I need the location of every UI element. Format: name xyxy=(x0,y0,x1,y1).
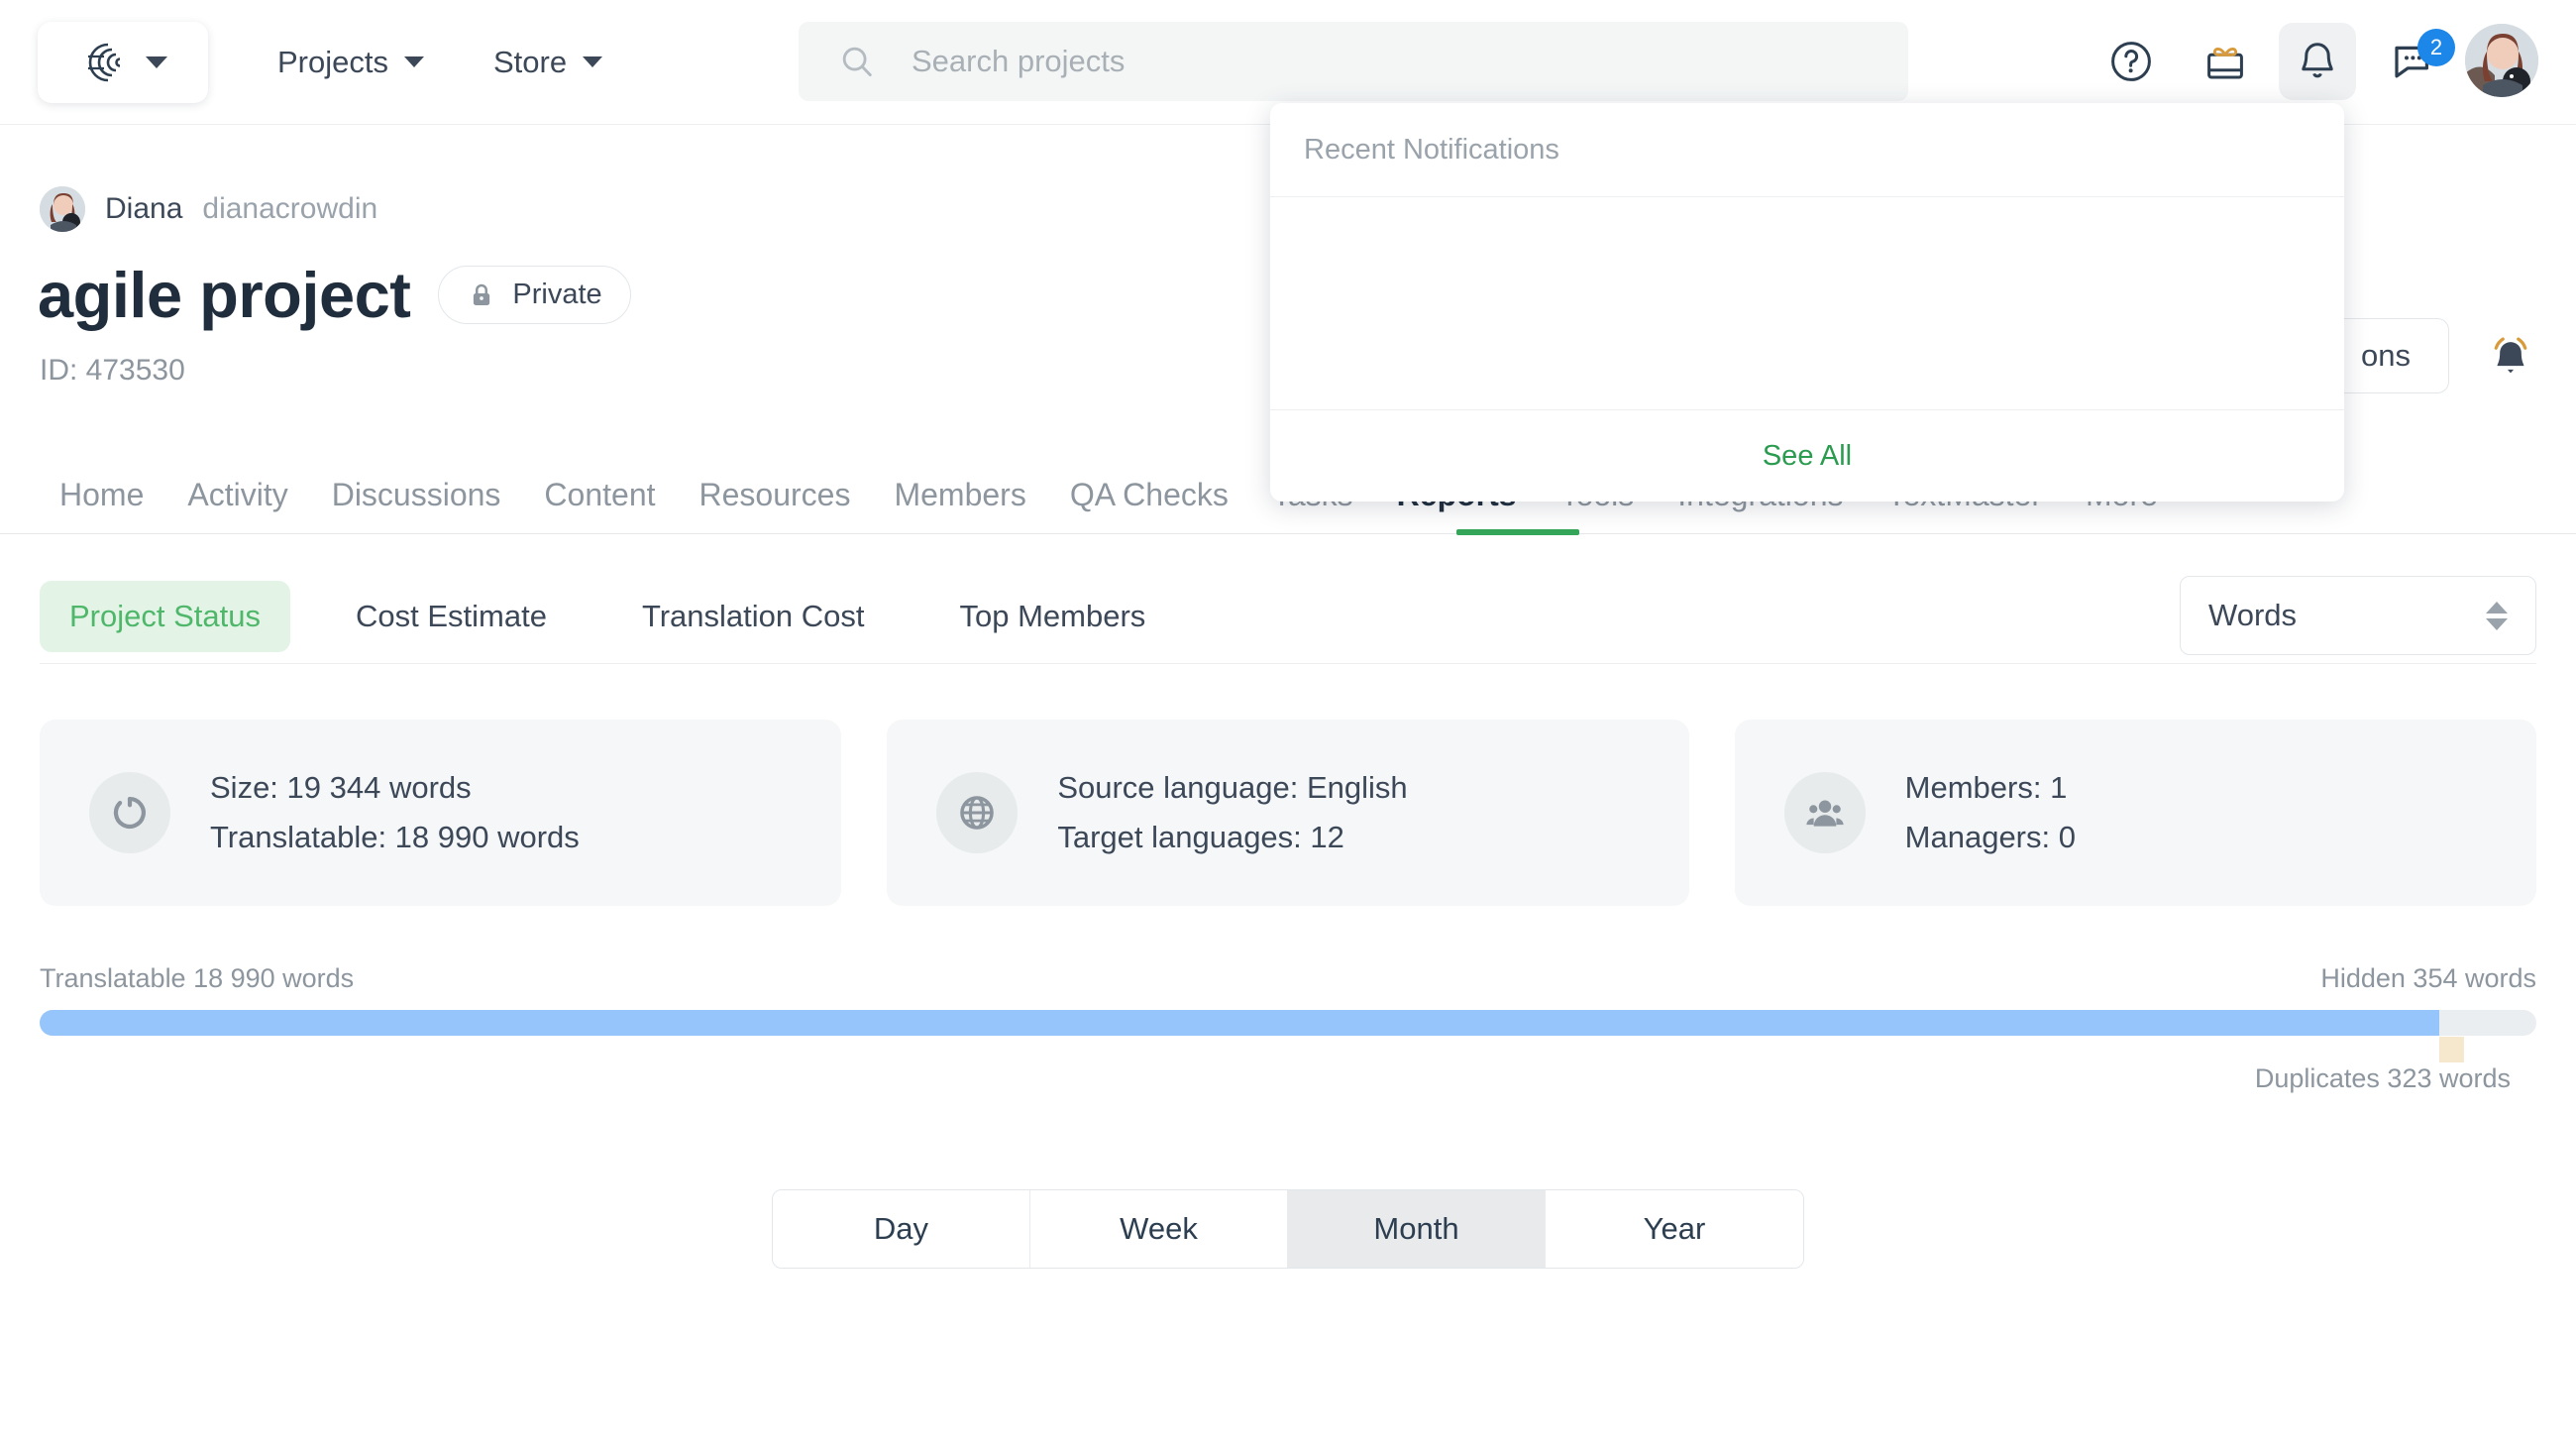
owner-avatar xyxy=(40,186,85,232)
avatar-image xyxy=(2465,24,2538,97)
period-month-label: Month xyxy=(1373,1211,1459,1246)
period-month[interactable]: Month xyxy=(1288,1190,1546,1268)
progress-fill-translatable xyxy=(40,1010,2439,1036)
owner-name: Diana xyxy=(105,192,183,225)
tab-activity-label: Activity xyxy=(187,477,288,512)
nav-item-store-label: Store xyxy=(492,44,568,79)
tab-resources[interactable]: Resources xyxy=(678,479,873,510)
see-all-link[interactable]: See All xyxy=(1763,440,1852,473)
members-line-2: Managers: 0 xyxy=(1904,820,2076,854)
tab-discussions-label: Discussions xyxy=(331,477,501,512)
progress-duplicates-marker xyxy=(2438,1037,2464,1062)
period-day[interactable]: Day xyxy=(773,1190,1030,1268)
chevron-down-icon xyxy=(403,56,424,67)
period-toggle: Day Week Month Year xyxy=(772,1189,1804,1269)
period-week-label: Week xyxy=(1120,1211,1198,1246)
subtab-translation-cost-label: Translation Cost xyxy=(641,599,865,633)
tab-home[interactable]: Home xyxy=(38,479,165,510)
nav-item-store[interactable]: Store xyxy=(492,44,603,80)
notifications-list xyxy=(1270,197,2344,410)
owner-avatar-image xyxy=(40,186,85,232)
updown-arrows-icon xyxy=(2486,601,2508,630)
gift-icon xyxy=(2207,48,2243,79)
notifications-button[interactable] xyxy=(2279,23,2356,100)
size-line-2: Translatable: 18 990 words xyxy=(210,820,580,854)
gifts-button[interactable] xyxy=(2187,23,2264,100)
notifications-title: Recent Notifications xyxy=(1270,103,2344,197)
members-card: Members: 1 Managers: 0 xyxy=(1734,720,2536,906)
search-icon xyxy=(842,47,872,77)
globe-icon xyxy=(936,772,1019,853)
duplicates-label: Duplicates 323 words xyxy=(2254,1063,2511,1093)
messages-button[interactable]: 2 xyxy=(2374,23,2455,100)
members-line-1: Members: 1 xyxy=(1904,770,2068,805)
chevron-down-icon xyxy=(583,56,603,67)
help-icon xyxy=(2111,42,2151,81)
workspace-switcher[interactable] xyxy=(38,21,208,103)
tab-qa-checks-label: QA Checks xyxy=(1069,477,1229,512)
subtab-cost-estimate[interactable]: Cost Estimate xyxy=(326,581,577,652)
languages-card: Source language: English Target language… xyxy=(887,720,1689,906)
search-bar[interactable] xyxy=(799,22,1908,101)
subtab-top-members-label: Top Members xyxy=(959,599,1146,633)
visibility-badge[interactable]: Private xyxy=(438,266,631,324)
languages-line-2: Target languages: 12 xyxy=(1057,820,1344,854)
report-subtabs: Project Status Cost Estimate Translation… xyxy=(0,570,2576,663)
notifications-footer: See All xyxy=(1270,410,2344,502)
tab-discussions[interactable]: Discussions xyxy=(310,479,523,510)
nav-item-projects[interactable]: Projects xyxy=(277,45,424,80)
tab-resources-label: Resources xyxy=(698,477,851,512)
progress-left-label: Translatable 18 990 words xyxy=(40,963,355,993)
size-card: Size: 19 344 words Translatable: 18 990 … xyxy=(40,720,842,906)
messages-badge: 2 xyxy=(2417,29,2455,66)
unit-select-value: Words xyxy=(2208,598,2298,632)
user-avatar[interactable] xyxy=(2465,24,2538,97)
subtab-project-status[interactable]: Project Status xyxy=(40,581,290,652)
tab-members[interactable]: Members xyxy=(872,479,1047,510)
nav-item-projects-label: Projects xyxy=(277,44,388,79)
tab-qa-checks[interactable]: QA Checks xyxy=(1048,479,1250,510)
progress-labels: Translatable 18 990 words Hidden 354 wor… xyxy=(40,963,2536,994)
size-line-1: Size: 19 344 words xyxy=(210,770,472,805)
subtabs-divider xyxy=(40,663,2536,664)
subtab-translation-cost[interactable]: Translation Cost xyxy=(612,581,895,652)
chevron-down-icon xyxy=(146,56,167,68)
project-header-actions: ons xyxy=(2322,318,2536,393)
words-progress-section: Translatable 18 990 words Hidden 354 wor… xyxy=(0,963,2576,1094)
active-tab-indicator xyxy=(1456,529,1579,535)
search-input[interactable] xyxy=(912,44,1783,79)
subtab-project-status-label: Project Status xyxy=(69,599,261,633)
progress-bar xyxy=(40,1010,2536,1062)
bell-icon xyxy=(2302,43,2333,78)
size-ring-icon xyxy=(89,772,170,853)
progress-right-label: Hidden 354 words xyxy=(2320,963,2536,993)
period-week[interactable]: Week xyxy=(1030,1190,1288,1268)
period-day-label: Day xyxy=(873,1211,929,1246)
tab-activity[interactable]: Activity xyxy=(165,479,309,510)
summary-cards: Size: 19 344 words Translatable: 18 990 … xyxy=(0,720,2576,906)
members-icon xyxy=(1783,772,1866,853)
tab-home-label: Home xyxy=(59,477,145,512)
visibility-label: Private xyxy=(512,279,602,310)
languages-line-1: Source language: English xyxy=(1057,770,1408,805)
subtab-top-members[interactable]: Top Members xyxy=(930,581,1176,652)
crowdin-logo-icon xyxy=(88,43,121,81)
period-toggle-wrap: Day Week Month Year xyxy=(0,1189,2576,1269)
period-year-label: Year xyxy=(1643,1211,1706,1246)
unit-select[interactable]: Words xyxy=(2180,576,2536,655)
owner-handle: dianacrowdin xyxy=(202,192,378,225)
bell-ring-icon[interactable] xyxy=(2485,330,2536,382)
tab-content-label: Content xyxy=(544,477,656,512)
subtab-cost-estimate-label: Cost Estimate xyxy=(355,599,547,633)
help-button[interactable] xyxy=(2093,23,2170,100)
lock-icon xyxy=(474,283,490,305)
page-title: agile project xyxy=(38,259,411,331)
tab-members-label: Members xyxy=(894,477,1026,512)
period-year[interactable]: Year xyxy=(1546,1190,1803,1268)
notifications-dropdown: Recent Notifications See All xyxy=(1270,103,2344,502)
tab-content[interactable]: Content xyxy=(522,479,677,510)
